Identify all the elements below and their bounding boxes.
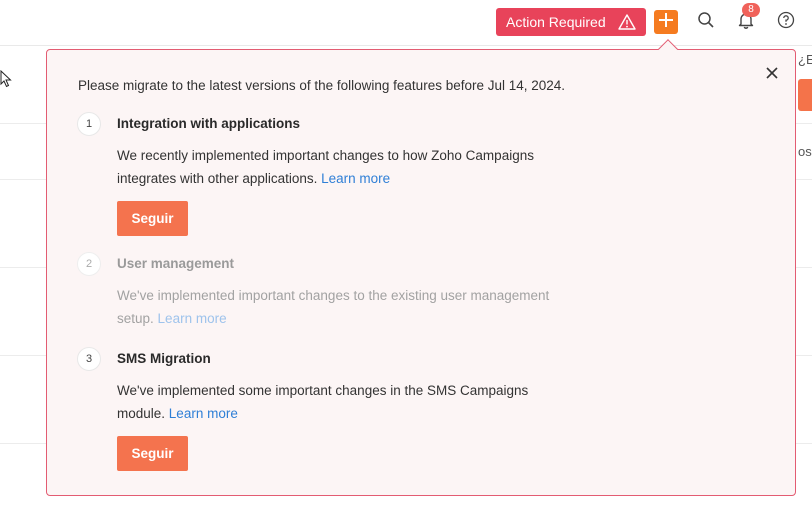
search-button[interactable] [695,11,717,33]
action-required-button[interactable]: Action Required [496,8,646,36]
step-number: 2 [77,252,101,276]
notification-count-badge: 8 [742,3,760,17]
learn-more-link[interactable]: Learn more [158,311,227,326]
mouse-cursor-icon [0,69,12,88]
help-icon [777,11,795,34]
close-icon [766,66,778,84]
step-title: User management [117,256,235,271]
help-button[interactable] [775,11,797,33]
seguir-button[interactable]: Seguir [117,201,188,236]
learn-more-link[interactable]: Learn more [321,171,390,186]
migration-popup: Please migrate to the latest versions of… [46,39,796,496]
step-description: We've implemented some important changes… [117,379,557,425]
background-partial-text: ¿E [798,52,812,67]
step-number: 1 [77,112,101,136]
step-title: Integration with applications [117,116,301,131]
top-header: Action Required 8 [0,0,812,46]
background-partial-text: os [798,144,812,159]
close-button[interactable] [763,66,781,84]
search-icon [697,11,715,34]
app-page: Action Required 8 ¿E os Please migrate t… [0,0,812,510]
learn-more-link[interactable]: Learn more [169,406,238,421]
background-button-partial[interactable] [798,79,812,111]
step-number: 3 [77,347,101,371]
add-button[interactable] [654,10,678,34]
warning-icon [618,13,636,31]
step-description: We recently implemented important change… [117,144,557,190]
step-description: We've implemented important changes to t… [117,284,557,330]
step-title: SMS Migration [117,351,211,366]
plus-icon [658,12,674,33]
seguir-button[interactable]: Seguir [117,436,188,471]
popup-intro-text: Please migrate to the latest versions of… [78,78,566,93]
action-required-label: Action Required [506,14,606,30]
